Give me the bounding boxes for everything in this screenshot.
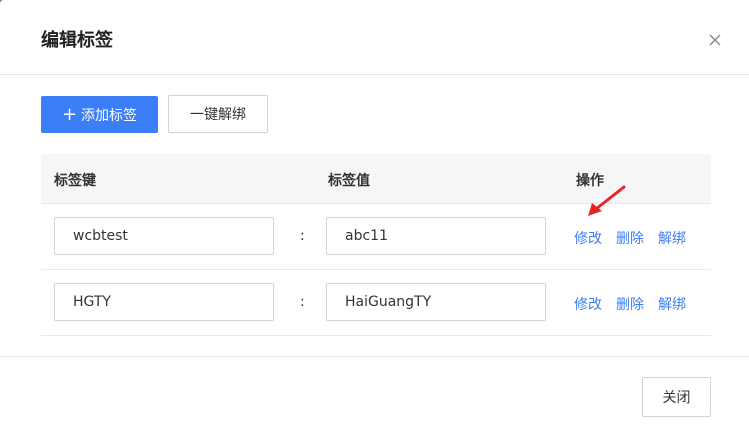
footer-divider [0, 356, 749, 357]
separator: : [300, 228, 305, 244]
header-key: 标签键 [54, 173, 96, 189]
unbind-all-button[interactable]: 一键解绑 [168, 95, 268, 133]
tag-value-input[interactable]: HaiGuangTY [326, 283, 546, 321]
header-value: 标签值 [328, 173, 370, 189]
dialog-header: 编辑标签 [0, 0, 749, 75]
close-button[interactable]: 关闭 [642, 377, 711, 417]
dialog-title: 编辑标签 [41, 30, 113, 51]
tag-key-input[interactable]: wcbtest [54, 217, 274, 255]
annotation-arrow-icon [588, 185, 626, 216]
edit-tags-dialog: 编辑标签 + 添加标签 一键解绑 标签键 标签值 操作 wcbtest : ab… [0, 0, 749, 434]
unbind-link[interactable]: 解绑 [658, 294, 686, 314]
tags-table: 标签键 标签值 操作 wcbtest : abc11 修改 删除 解绑 HGTY… [41, 154, 711, 336]
tag-value-input[interactable]: abc11 [326, 217, 546, 255]
tag-key-input[interactable]: HGTY [54, 283, 274, 321]
table-row: HGTY : HaiGuangTY 修改 删除 解绑 [41, 270, 711, 336]
unbind-link[interactable]: 解绑 [658, 228, 686, 248]
edit-link[interactable]: 修改 [574, 228, 602, 248]
delete-link[interactable]: 删除 [616, 228, 644, 248]
edit-link[interactable]: 修改 [574, 294, 602, 314]
delete-link[interactable]: 删除 [616, 294, 644, 314]
plus-icon: + [61, 103, 78, 125]
add-tag-label: 添加标签 [81, 107, 138, 124]
close-icon[interactable] [705, 30, 725, 50]
separator: : [300, 294, 305, 310]
add-tag-button[interactable]: + 添加标签 [41, 96, 158, 133]
